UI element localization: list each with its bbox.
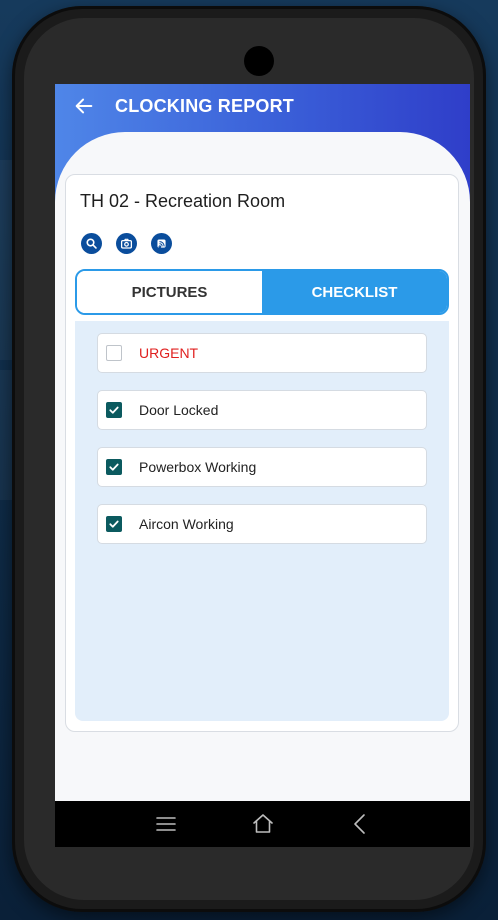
checklist-item-door-locked[interactable]: Door Locked (97, 390, 427, 430)
tab-bar: PICTURES CHECKLIST (75, 269, 449, 315)
menu-icon[interactable] (153, 811, 179, 837)
screen: CLOCKING REPORT TH 02 - Recreation Room … (55, 84, 470, 847)
checklist-item-label: Powerbox Working (139, 459, 257, 475)
checkbox-checked[interactable] (106, 459, 122, 475)
arrow-left-icon[interactable] (73, 95, 95, 117)
front-camera (244, 46, 274, 76)
action-icons (81, 233, 172, 254)
checklist-panel: URGENT Door Locked Powerbox Working Airc… (75, 321, 449, 721)
checklist-item-label: Door Locked (139, 402, 219, 418)
report-card: TH 02 - Recreation Room PICTURES CHECKLI… (65, 174, 459, 732)
search-icon[interactable] (81, 233, 102, 254)
checklist-item-powerbox-working[interactable]: Powerbox Working (97, 447, 427, 487)
checklist-item-aircon-working[interactable]: Aircon Working (97, 504, 427, 544)
page-title: CLOCKING REPORT (115, 95, 295, 116)
home-icon[interactable] (250, 811, 276, 837)
nfc-icon[interactable] (151, 233, 172, 254)
tab-pictures[interactable]: PICTURES (77, 271, 262, 313)
location-title: TH 02 - Recreation Room (80, 191, 286, 211)
system-nav-bar (55, 801, 470, 847)
checkbox-checked[interactable] (106, 516, 122, 532)
camera-icon[interactable] (116, 233, 137, 254)
checklist-item-urgent[interactable]: URGENT (97, 333, 427, 373)
back-chevron-icon[interactable] (347, 811, 373, 837)
checkbox-unchecked[interactable] (106, 345, 122, 361)
checklist-item-label: Aircon Working (139, 516, 234, 532)
checklist-item-label: URGENT (139, 345, 199, 361)
checkbox-checked[interactable] (106, 402, 122, 418)
tab-checklist[interactable]: CHECKLIST (262, 271, 447, 313)
